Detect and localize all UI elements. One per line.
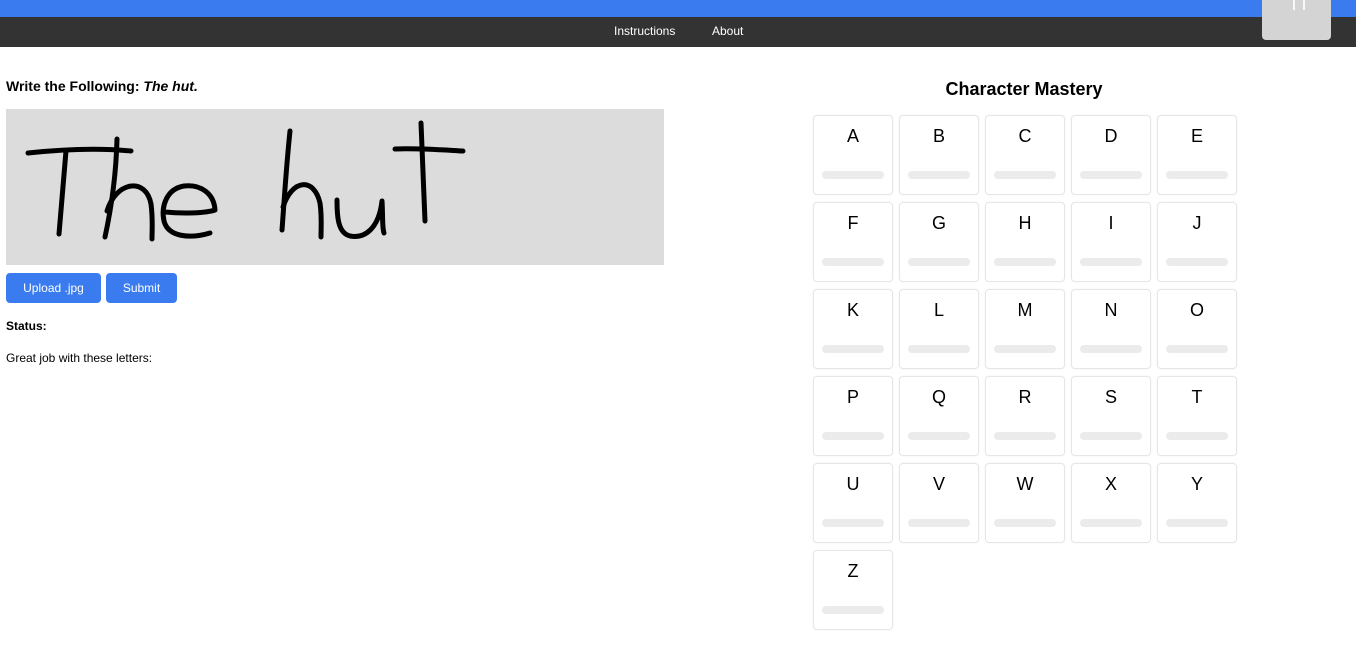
letter-label: R	[1018, 387, 1032, 407]
letter-label: M	[1017, 300, 1033, 320]
mastery-progress-bar	[908, 432, 970, 440]
mastery-progress-bar	[1166, 519, 1228, 527]
letter-card-w: W	[985, 463, 1065, 543]
letter-card-y: Y	[1157, 463, 1237, 543]
letter-card-h: H	[985, 202, 1065, 282]
letter-card-a: A	[813, 115, 893, 195]
letter-card-q: Q	[899, 376, 979, 456]
grip-icon	[1293, 0, 1305, 10]
mastery-progress-bar	[822, 258, 884, 266]
letter-card-m: M	[985, 289, 1065, 369]
letter-label: E	[1190, 126, 1203, 146]
mastery-progress-bar	[994, 519, 1056, 527]
letter-card-e: E	[1157, 115, 1237, 195]
mastery-progress-bar	[994, 258, 1056, 266]
mastery-progress-bar	[994, 432, 1056, 440]
mastery-progress-bar	[1080, 345, 1142, 353]
mastery-progress-bar	[908, 345, 970, 353]
letter-card-f: F	[813, 202, 893, 282]
mastery-progress-bar	[822, 345, 884, 353]
letter-label: T	[1191, 387, 1203, 407]
letter-card-b: B	[899, 115, 979, 195]
letter-label: N	[1104, 300, 1118, 320]
corner-widget[interactable]	[1262, 0, 1331, 40]
letter-label: P	[846, 387, 859, 407]
writing-prompt: Write the Following: The hut.	[6, 78, 198, 94]
drawing-canvas[interactable]	[6, 109, 664, 265]
letter-label: L	[933, 300, 944, 320]
nav-link-instructions[interactable]: Instructions	[614, 24, 675, 38]
letter-card-c: C	[985, 115, 1065, 195]
letter-card-l: L	[899, 289, 979, 369]
prompt-label: Write the Following:	[6, 78, 140, 94]
letter-label: Q	[931, 387, 946, 407]
character-mastery-grid: A B C D E F G H I J K L M N O P Q R S T U V W X Y Z	[813, 115, 1237, 630]
mastery-progress-bar	[908, 171, 970, 179]
feedback-text: Great job with these letters:	[6, 351, 153, 365]
letter-label: U	[846, 474, 860, 494]
mastery-progress-bar	[994, 171, 1056, 179]
letter-label: S	[1104, 387, 1117, 407]
letter-label: J	[1192, 213, 1202, 233]
letter-card-v: V	[899, 463, 979, 543]
mastery-progress-bar	[822, 606, 884, 614]
prompt-text: The hut.	[143, 78, 198, 94]
mastery-progress-bar	[822, 171, 884, 179]
letter-label: I	[1108, 213, 1114, 233]
letter-card-x: X	[1071, 463, 1151, 543]
letter-card-t: T	[1157, 376, 1237, 456]
mastery-progress-bar	[1166, 432, 1228, 440]
letter-card-k: K	[813, 289, 893, 369]
letter-card-r: R	[985, 376, 1065, 456]
letter-label: C	[1018, 126, 1032, 146]
mastery-progress-bar	[1166, 171, 1228, 179]
nav-link-about[interactable]: About	[712, 24, 743, 38]
mastery-progress-bar	[908, 519, 970, 527]
letter-card-g: G	[899, 202, 979, 282]
letter-label: Y	[1190, 474, 1203, 494]
letter-label: G	[931, 213, 946, 233]
letter-card-u: U	[813, 463, 893, 543]
letter-card-s: S	[1071, 376, 1151, 456]
top-accent-bar	[0, 0, 1356, 17]
mastery-title: Character Mastery	[945, 79, 1103, 99]
letter-label: H	[1018, 213, 1032, 233]
letter-label: D	[1104, 126, 1118, 146]
letter-label: X	[1104, 474, 1117, 494]
letter-card-o: O	[1157, 289, 1237, 369]
letter-card-i: I	[1071, 202, 1151, 282]
mastery-progress-bar	[1080, 171, 1142, 179]
mastery-progress-bar	[1166, 258, 1228, 266]
letter-label: F	[847, 213, 859, 233]
mastery-progress-bar	[1080, 519, 1142, 527]
letter-label: O	[1189, 300, 1204, 320]
letter-label: W	[1016, 474, 1034, 494]
letter-card-z: Z	[813, 550, 893, 630]
letter-card-p: P	[813, 376, 893, 456]
letter-label: K	[846, 300, 859, 320]
mastery-progress-bar	[994, 345, 1056, 353]
letter-label: Z	[847, 561, 859, 581]
letter-label: A	[846, 126, 859, 146]
mastery-progress-bar	[1080, 432, 1142, 440]
letter-card-n: N	[1071, 289, 1151, 369]
mastery-progress-bar	[908, 258, 970, 266]
status-label: Status:	[6, 319, 47, 333]
letter-card-d: D	[1071, 115, 1151, 195]
navbar: Instructions About	[0, 17, 1356, 47]
letter-card-j: J	[1157, 202, 1237, 282]
mastery-progress-bar	[822, 432, 884, 440]
mastery-progress-bar	[1080, 258, 1142, 266]
letter-label: B	[932, 126, 945, 146]
handwriting-strokes	[25, 120, 466, 242]
status-line: Status:	[6, 319, 47, 333]
submit-button[interactable]: Submit	[106, 273, 177, 303]
letter-label: V	[932, 474, 945, 494]
mastery-progress-bar	[1166, 345, 1228, 353]
upload-jpg-button[interactable]: Upload .jpg	[6, 273, 101, 303]
mastery-progress-bar	[822, 519, 884, 527]
